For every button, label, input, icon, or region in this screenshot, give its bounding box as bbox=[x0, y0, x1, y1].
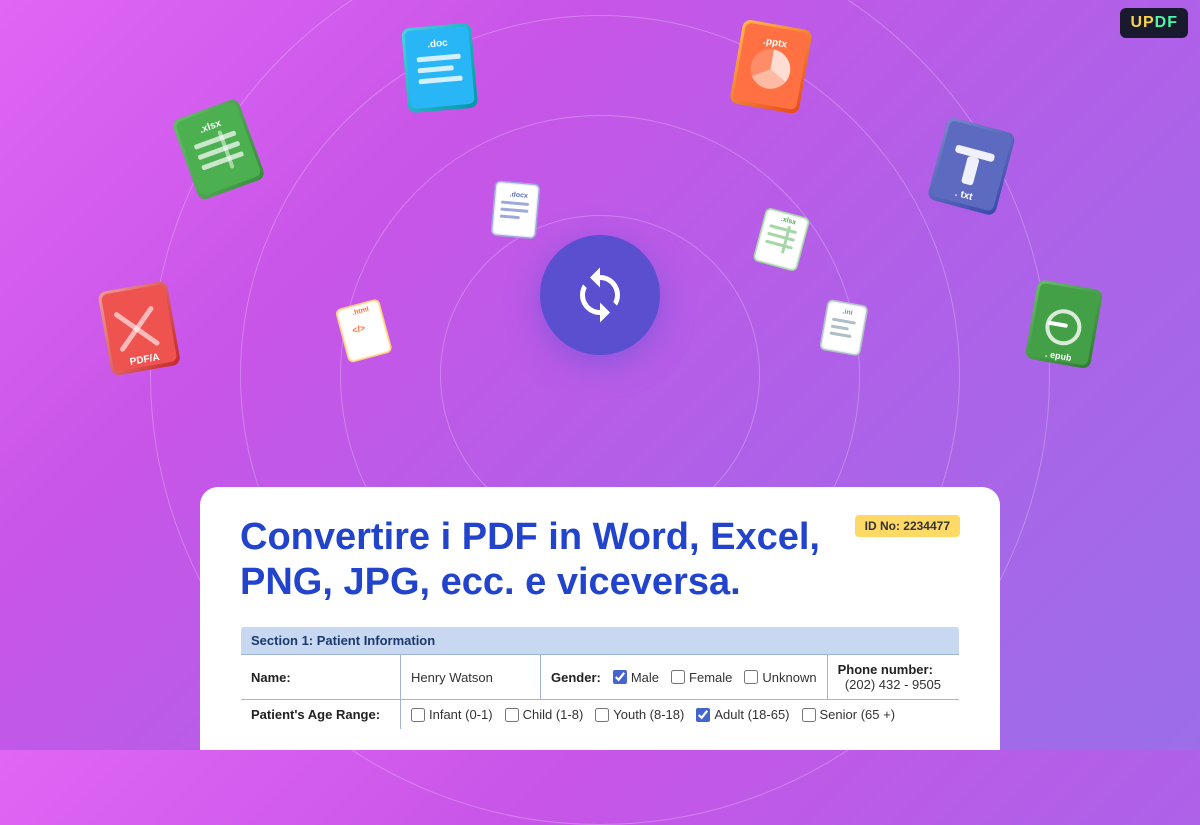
file-icon-epub-large: . epub bbox=[1017, 273, 1118, 386]
file-icon-docx-small: .docx bbox=[487, 178, 548, 253]
name-value: Henry Watson bbox=[401, 655, 541, 700]
content-panel: ID No: 2234477 Convertire i PDF in Word,… bbox=[200, 487, 1000, 750]
gender-label: Gender: bbox=[551, 670, 601, 685]
gender-female[interactable]: Female bbox=[671, 670, 732, 685]
svg-text:.docx: .docx bbox=[509, 191, 528, 200]
gender-cell: Gender: Male Female Unknown bbox=[541, 655, 828, 700]
convert-icon bbox=[540, 235, 660, 355]
age-senior[interactable]: Senior (65 +) bbox=[802, 707, 896, 722]
patient-form-table: Section 1: Patient Information Name: Hen… bbox=[240, 626, 960, 730]
age-infant[interactable]: Infant (0-1) bbox=[411, 707, 493, 722]
updf-logo: UPDF bbox=[1120, 8, 1188, 38]
name-label: Name: bbox=[241, 655, 401, 700]
phone-value: (202) 432 - 9505 bbox=[845, 677, 941, 692]
age-youth[interactable]: Youth (8-18) bbox=[595, 707, 684, 722]
file-icon-pptx-large: .pptx bbox=[722, 13, 829, 132]
phone-label: Phone number: bbox=[838, 662, 933, 677]
main-title: Convertire i PDF in Word, Excel, PNG, JP… bbox=[240, 515, 920, 606]
section-header: Section 1: Patient Information bbox=[241, 627, 960, 655]
phone-cell: Phone number: (202) 432 - 9505 bbox=[827, 655, 959, 700]
age-range-label: Patient's Age Range: bbox=[241, 700, 401, 730]
gender-male[interactable]: Male bbox=[613, 670, 659, 685]
age-range-cell: Infant (0-1) Child (1-8) Youth (8-18) Ad… bbox=[401, 700, 960, 730]
svg-text:.doc: .doc bbox=[427, 38, 449, 51]
file-icon-doc-large: .doc bbox=[396, 16, 495, 128]
age-child[interactable]: Child (1-8) bbox=[505, 707, 584, 722]
file-icon-pdfa-large: PDF/A bbox=[92, 273, 199, 392]
id-badge: ID No: 2234477 bbox=[855, 515, 960, 537]
age-adult[interactable]: Adult (18-65) bbox=[696, 707, 789, 722]
svg-text:.ini: .ini bbox=[842, 308, 853, 317]
gender-unknown[interactable]: Unknown bbox=[744, 670, 816, 685]
